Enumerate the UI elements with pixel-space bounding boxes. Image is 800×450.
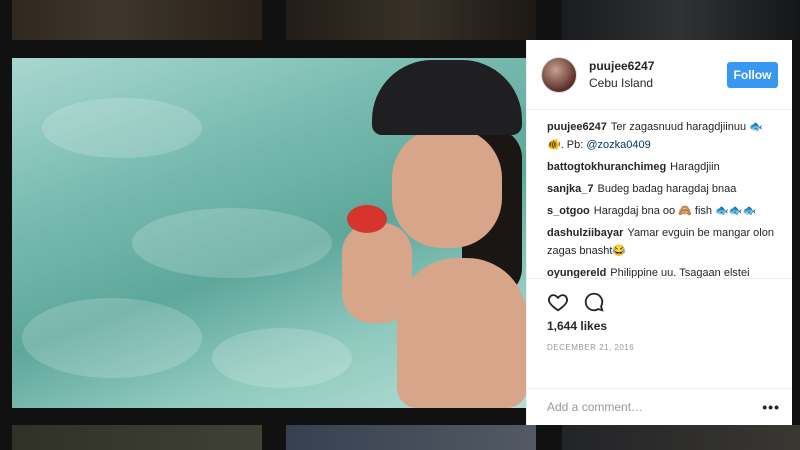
comment-input[interactable] [547,400,763,414]
comment-author[interactable]: dashulziibayar [547,227,623,239]
comment-author[interactable]: oyungereld [547,267,606,278]
list-item: sanjka_7 Budeg badag haragdaj bnaa [547,180,778,198]
caption: puujee6247 Ter zagasnuud haragdjiinuu 🐟🐠.… [547,118,778,154]
follow-button[interactable]: Follow [727,61,778,88]
post-modal: puujee6247 Cebu Island Follow puujee6247… [12,40,792,425]
background-thumbnail [286,0,536,40]
background-thumbnail [12,425,262,450]
heart-icon[interactable] [547,291,569,313]
avatar[interactable] [541,56,577,93]
location-link[interactable]: Cebu Island [589,76,727,90]
comment-bar: ••• [527,388,792,425]
list-item: battogtokhuranchimeg Haragdjiin [547,158,778,176]
username-link[interactable]: puujee6247 [589,59,727,73]
comment-text: Budeg badag haragdaj bnaa [597,183,737,195]
post-actions: 1,644 likes DECEMBER 21, 2016 [527,278,792,388]
comment-author[interactable]: sanjka_7 [547,183,593,195]
list-item: oyungereld Philippine uu. Tsagaan elstei … [547,264,778,278]
list-item: dashulziibayar Yamar evguin be mangar olo… [547,224,778,260]
background-thumbnail [562,0,800,40]
post-side-panel: puujee6247 Cebu Island Follow puujee6247… [526,40,792,425]
speech-bubble-icon[interactable] [583,291,605,313]
mention-link[interactable]: @zozka0409 [586,139,650,151]
list-item: s_otgoo Haragdaj bna oo 🙈 fish 🐟🐟🐟 [547,202,778,220]
comment-author[interactable]: s_otgoo [547,205,590,217]
comment-author[interactable]: battogtokhuranchimeg [547,161,666,173]
more-options-icon[interactable]: ••• [762,399,780,415]
background-thumbnail [562,425,800,450]
post-header: puujee6247 Cebu Island Follow [527,40,792,110]
post-date: DECEMBER 21, 2016 [547,343,635,352]
comment-text: Haragdjiin [670,161,720,173]
like-count[interactable]: 1,644 likes [547,319,778,333]
comment-author[interactable]: puujee6247 [547,121,607,133]
background-thumbnail [12,0,262,40]
comment-list: puujee6247 Ter zagasnuud haragdjiinuu 🐟🐠.… [527,110,792,278]
comment-text: Haragdaj bna oo 🙈 fish 🐟🐟🐟 [593,205,757,217]
post-photo[interactable] [12,58,526,408]
background-thumbnail [286,425,536,450]
